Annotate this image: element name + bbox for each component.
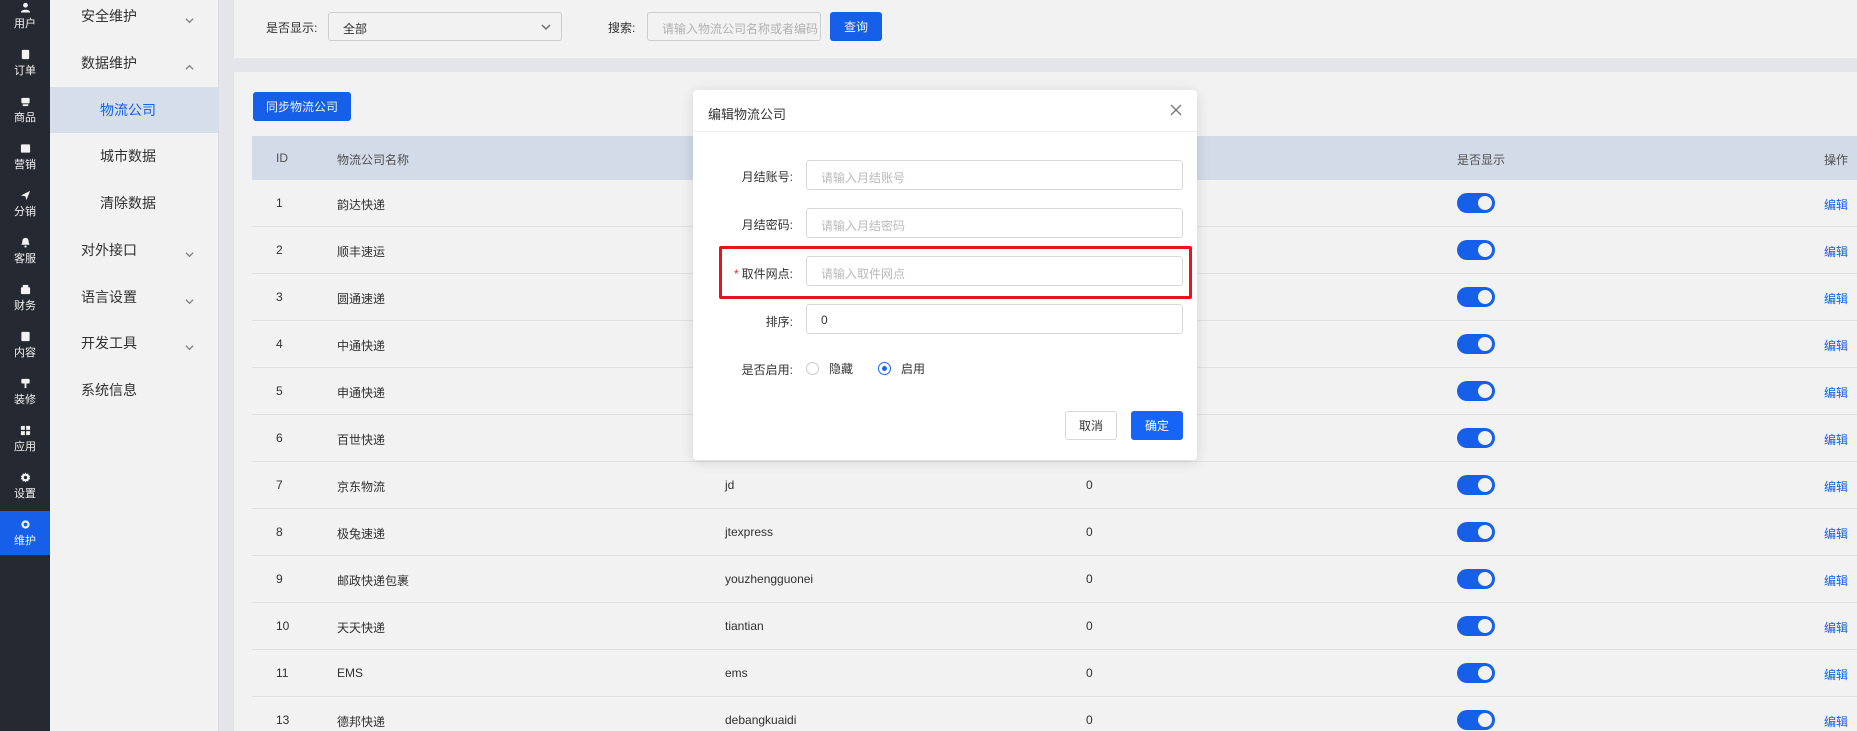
modal-header: 编辑物流公司 — [693, 90, 1197, 132]
password-input[interactable]: 请输入月结密码 — [806, 208, 1183, 238]
modal-title: 编辑物流公司 — [708, 107, 787, 122]
radio-enable-circle — [878, 362, 891, 375]
radio-hide-label: 隐藏 — [829, 362, 854, 376]
password-label: 月结密码: — [741, 218, 793, 232]
sort-input[interactable]: 0 — [806, 304, 1183, 334]
account-input[interactable]: 请输入月结账号 — [806, 160, 1183, 190]
confirm-button[interactable]: 确定 — [1131, 411, 1183, 440]
radio-enable[interactable]: 启用 — [878, 360, 925, 377]
account-label: 月结账号: — [741, 170, 793, 184]
enable-label: 是否启用: — [741, 363, 793, 377]
cancel-button[interactable]: 取消 — [1065, 411, 1117, 440]
radio-hide[interactable]: 隐藏 — [806, 360, 853, 377]
field-highlight-box — [719, 246, 1192, 299]
radio-enable-label: 启用 — [901, 362, 926, 376]
sort-label: 排序: — [765, 315, 793, 329]
close-icon[interactable] — [1170, 104, 1182, 116]
radio-hide-circle — [806, 362, 819, 375]
